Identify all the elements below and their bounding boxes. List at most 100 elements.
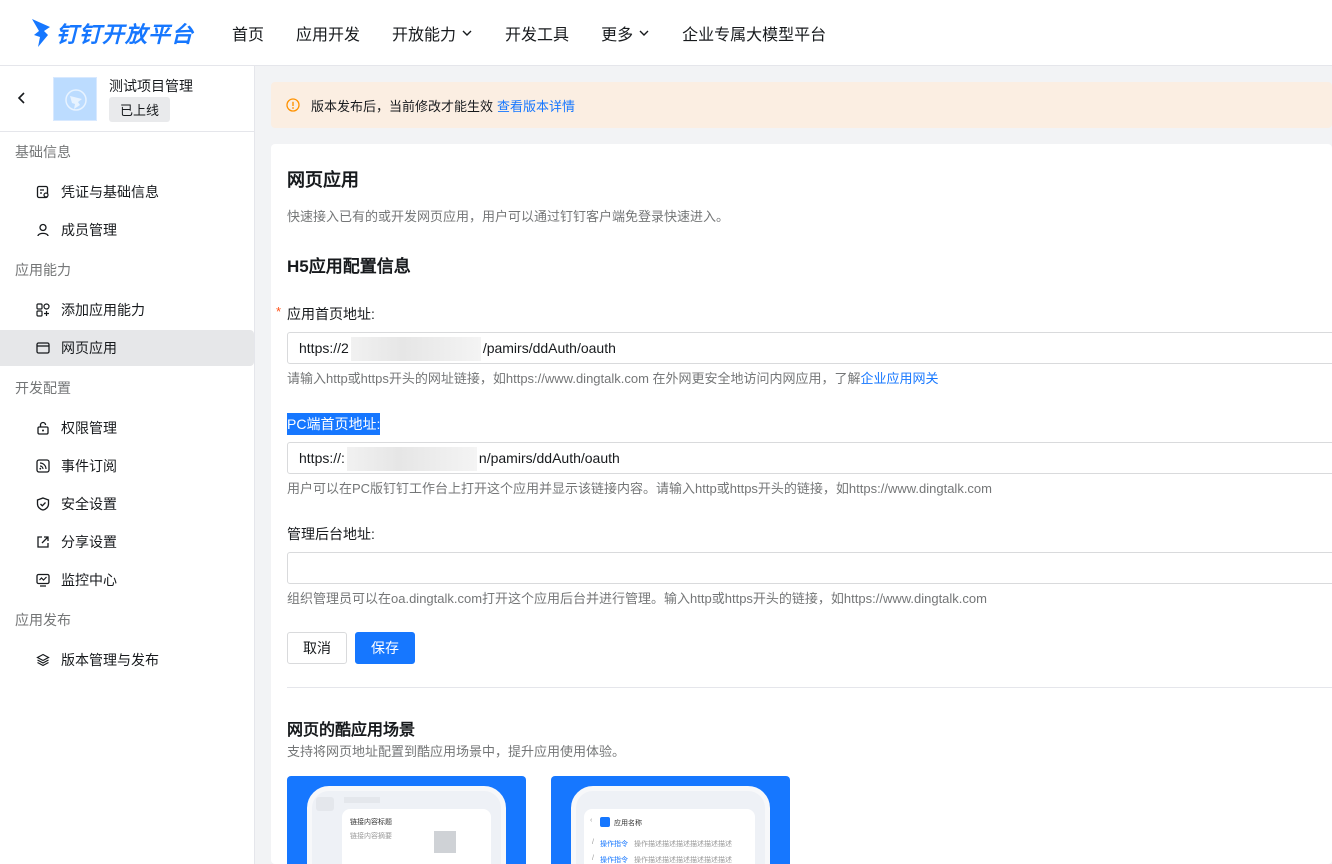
mini-app-name: 应用名称 <box>614 820 642 827</box>
mini-command: 操作指令 <box>600 841 628 848</box>
divider <box>287 687 1332 688</box>
page-title: 网页应用 <box>287 170 359 190</box>
phone-mockup: ‹ 应用名称 / 操作指令 操作描述描述描述描述描述描述 / 操作指令 操作描述… <box>571 786 770 864</box>
scene-preview-card-link[interactable]: 链接内容标题 链接内容摘要 <box>287 776 526 864</box>
nav-item-llm-platform[interactable]: 企业专属大模型平台 <box>682 21 826 45</box>
required-asterisk: * <box>276 304 282 319</box>
chevron-left-icon: ‹ <box>590 817 593 824</box>
sidebar-item-label: 事件订阅 <box>61 458 117 474</box>
pc-url-input[interactable]: https://: n/pamirs/ddAuth/oauth <box>287 442 1332 474</box>
sidebar-item-credentials[interactable]: 凭证与基础信息 <box>0 174 254 210</box>
admin-url-hint: 组织管理员可以在oa.dingtalk.com打开这个应用后台并进行管理。输入h… <box>287 591 987 606</box>
pc-url-hint: 用户可以在PC版钉钉工作台上打开这个应用并显示该链接内容。请输入http或htt… <box>287 481 992 496</box>
mini-command-desc: 操作描述描述描述描述描述描述 <box>634 857 732 864</box>
phone-screen: ‹ 应用名称 / 操作指令 操作描述描述描述描述描述描述 / 操作指令 操作描述… <box>584 809 755 864</box>
browser-icon <box>36 342 50 354</box>
sidebar-item-share[interactable]: 分享设置 <box>0 524 254 560</box>
sidebar-item-web-app[interactable]: 网页应用 <box>0 330 254 366</box>
shield-icon <box>36 497 50 511</box>
pc-url-label: PC端首页地址: <box>287 413 381 435</box>
cancel-button[interactable]: 取消 <box>287 632 347 664</box>
credential-icon <box>36 185 49 199</box>
sidebar-item-label: 网页应用 <box>61 340 117 356</box>
scene-preview-card-app[interactable]: ‹ 应用名称 / 操作指令 操作描述描述描述描述描述描述 / 操作指令 操作描述… <box>551 776 790 864</box>
home-url-hint-text: 请输入http或https开头的网址链接，如https://www.dingta… <box>287 371 861 386</box>
main-content: 版本发布后，当前修改才能生效 查看版本详情 网页应用 快速接入已有的或开发网页应… <box>271 82 1332 864</box>
layers-icon <box>36 653 50 667</box>
save-button[interactable]: 保存 <box>355 632 415 664</box>
mini-command: 操作指令 <box>600 857 628 864</box>
sidebar-item-members[interactable]: 成员管理 <box>0 212 254 248</box>
group-title-basic: 基础信息 <box>15 144 71 160</box>
app-status-badge: 已上线 <box>109 97 171 122</box>
sidebar-item-label: 成员管理 <box>61 222 117 238</box>
sidebar-item-label: 版本管理与发布 <box>61 652 159 668</box>
nav-item-label: 应用开发 <box>296 26 361 44</box>
app-name: 测试项目管理 <box>109 78 193 94</box>
group-title-publish: 应用发布 <box>15 612 71 628</box>
nav-item-label: 开发工具 <box>505 26 570 44</box>
app-logo-mark-icon <box>65 89 87 111</box>
scene-description: 支持将网页地址配置到酷应用场景中，提升应用使用体验。 <box>287 744 626 759</box>
phone-mockup: 链接内容标题 链接内容摘要 <box>307 786 506 864</box>
mini-command-desc: 操作描述描述描述描述描述描述 <box>634 841 732 848</box>
nav-item-label: 更多 <box>601 26 634 44</box>
app-icon <box>600 817 610 827</box>
nav-item-label: 企业专属大模型平台 <box>682 26 827 44</box>
nav-item-dev-tools[interactable]: 开发工具 <box>505 21 569 45</box>
top-nav: 钉钉开放平台 首页 应用开发 开放能力 开发工具 更多 企业专属大模型平台 <box>0 0 1332 66</box>
placeholder-block <box>344 797 380 803</box>
share-icon <box>37 536 49 548</box>
scene-title: 网页的酷应用场景 <box>287 722 416 739</box>
section-title: H5应用配置信息 <box>287 257 411 276</box>
sidebar-item-label: 安全设置 <box>61 496 117 512</box>
brand-name: 钉钉开放平台 <box>56 21 195 47</box>
web-app-config-card: 网页应用 快速接入已有的或开发网页应用，用户可以通过钉钉客户端免登录快速进入。 … <box>271 144 1332 864</box>
lock-icon <box>37 421 49 435</box>
home-url-value-prefix: https://2 <box>299 340 349 356</box>
sidebar-item-monitor[interactable]: 监控中心 <box>0 562 254 598</box>
nav-item-home[interactable]: 首页 <box>232 21 264 45</box>
sidebar-item-versions[interactable]: 版本管理与发布 <box>0 642 254 678</box>
pc-url-value-prefix: https://: <box>299 450 345 466</box>
dingtalk-logo-icon <box>32 18 50 47</box>
sidebar-item-security[interactable]: 安全设置 <box>0 486 254 522</box>
slash-icon: / <box>592 839 594 846</box>
add-capability-icon <box>36 303 50 317</box>
placeholder-block <box>316 797 334 811</box>
pc-url-value-suffix: n/pamirs/ddAuth/oauth <box>478 450 620 466</box>
brand-logo[interactable]: 钉钉开放平台 <box>30 17 202 49</box>
enterprise-gateway-link[interactable]: 企业应用网关 <box>861 371 939 386</box>
user-icon <box>37 223 49 237</box>
group-title-capability: 应用能力 <box>15 262 71 278</box>
version-detail-link[interactable]: 查看版本详情 <box>497 96 575 115</box>
sidebar-item-events[interactable]: 事件订阅 <box>0 448 254 484</box>
slash-icon: / <box>592 855 594 862</box>
nav-item-app-dev[interactable]: 应用开发 <box>296 21 360 45</box>
monitor-icon <box>36 573 50 587</box>
nav-item-open-capability[interactable]: 开放能力 <box>392 21 473 45</box>
home-url-hint: 请输入http或https开头的网址链接，如https://www.dingta… <box>287 368 939 387</box>
nav-item-more[interactable]: 更多 <box>601 21 650 45</box>
link-card-summary: 链接内容摘要 <box>350 833 392 840</box>
home-url-value-suffix: /pamirs/ddAuth/oauth <box>482 340 616 356</box>
chevron-down-icon <box>639 30 649 36</box>
sidebar-item-permissions[interactable]: 权限管理 <box>0 410 254 446</box>
publish-notice-banner: 版本发布后，当前修改才能生效 查看版本详情 <box>271 82 1332 128</box>
warning-icon <box>286 98 300 112</box>
nav-item-label: 开放能力 <box>392 26 457 44</box>
link-card-title: 链接内容标题 <box>350 819 392 826</box>
redacted-block <box>346 447 477 472</box>
admin-url-input[interactable] <box>287 552 1332 584</box>
page-description: 快速接入已有的或开发网页应用，用户可以通过钉钉客户端免登录快速进入。 <box>287 209 730 224</box>
group-title-dev-config: 开发配置 <box>15 380 71 396</box>
sidebar-item-label: 分享设置 <box>61 534 117 550</box>
sidebar-item-label: 添加应用能力 <box>61 302 145 318</box>
back-arrow-icon[interactable] <box>14 90 30 106</box>
home-url-input[interactable]: https://2/pamirs/ddAuth/oauth <box>287 332 1332 364</box>
nav-menu: 首页 应用开发 开放能力 开发工具 更多 企业专属大模型平台 <box>232 21 858 45</box>
sidebar-item-add-capability[interactable]: 添加应用能力 <box>0 292 254 328</box>
rss-icon <box>36 459 50 473</box>
app-header: 测试项目管理 已上线 <box>0 66 254 132</box>
sidebar-item-label: 监控中心 <box>61 572 117 588</box>
